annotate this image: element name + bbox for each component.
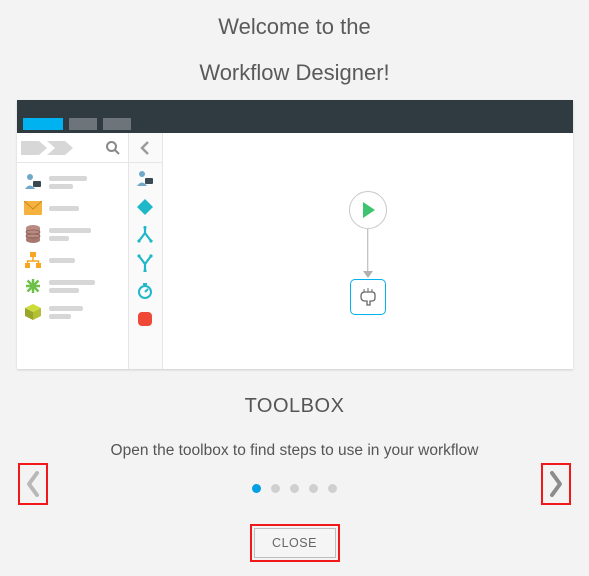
collapse-toolbox-icon <box>129 133 162 163</box>
branch-merge-icon <box>135 253 155 273</box>
list-item <box>23 195 122 221</box>
person-tag-icon <box>135 169 155 189</box>
welcome-line-2: Workflow Designer! <box>8 60 581 86</box>
connector-line <box>367 229 369 273</box>
step-title: TOOLBOX <box>8 395 581 418</box>
list-item <box>23 273 122 299</box>
stop-icon <box>135 309 155 329</box>
chevron-left-icon <box>24 470 42 498</box>
cube-icon <box>23 302 43 322</box>
list-item <box>23 169 122 195</box>
database-icon <box>23 224 43 244</box>
welcome-line-1: Welcome to the <box>8 14 581 40</box>
illustration-toolbox-strip <box>129 133 163 369</box>
onboarding-illustration <box>17 100 573 369</box>
chevron-right-icon <box>547 470 565 498</box>
branch-split-icon <box>135 225 155 245</box>
illustration-tabstrip <box>17 100 573 133</box>
close-button[interactable]: CLOSE <box>254 528 336 558</box>
page-dot[interactable] <box>309 484 318 493</box>
previous-button[interactable] <box>18 463 48 505</box>
drop-target-icon <box>350 279 386 315</box>
illustration-canvas <box>163 133 573 369</box>
person-tag-icon <box>23 172 43 192</box>
list-item <box>23 299 122 325</box>
envelope-icon <box>23 198 43 218</box>
page-dot[interactable] <box>328 484 337 493</box>
tab-placeholder <box>69 118 97 130</box>
diamond-icon <box>135 197 155 217</box>
connector-arrow-icon <box>363 271 373 278</box>
stopwatch-icon <box>135 281 155 301</box>
list-item <box>23 247 122 273</box>
illustration-left-pane <box>17 133 129 369</box>
page-dot[interactable] <box>252 484 261 493</box>
tab-placeholder <box>103 118 131 130</box>
list-item <box>23 221 122 247</box>
pagination-dots <box>8 484 581 493</box>
breadcrumb-icon <box>21 139 81 157</box>
sitemap-icon <box>23 250 43 270</box>
page-dot[interactable] <box>290 484 299 493</box>
step-description: Open the toolbox to find steps to use in… <box>8 442 581 460</box>
start-node-icon <box>349 191 387 229</box>
active-tab-placeholder <box>23 118 63 130</box>
search-icon <box>104 139 122 157</box>
asterisk-icon <box>23 276 43 296</box>
page-dot[interactable] <box>271 484 280 493</box>
next-button[interactable] <box>541 463 571 505</box>
